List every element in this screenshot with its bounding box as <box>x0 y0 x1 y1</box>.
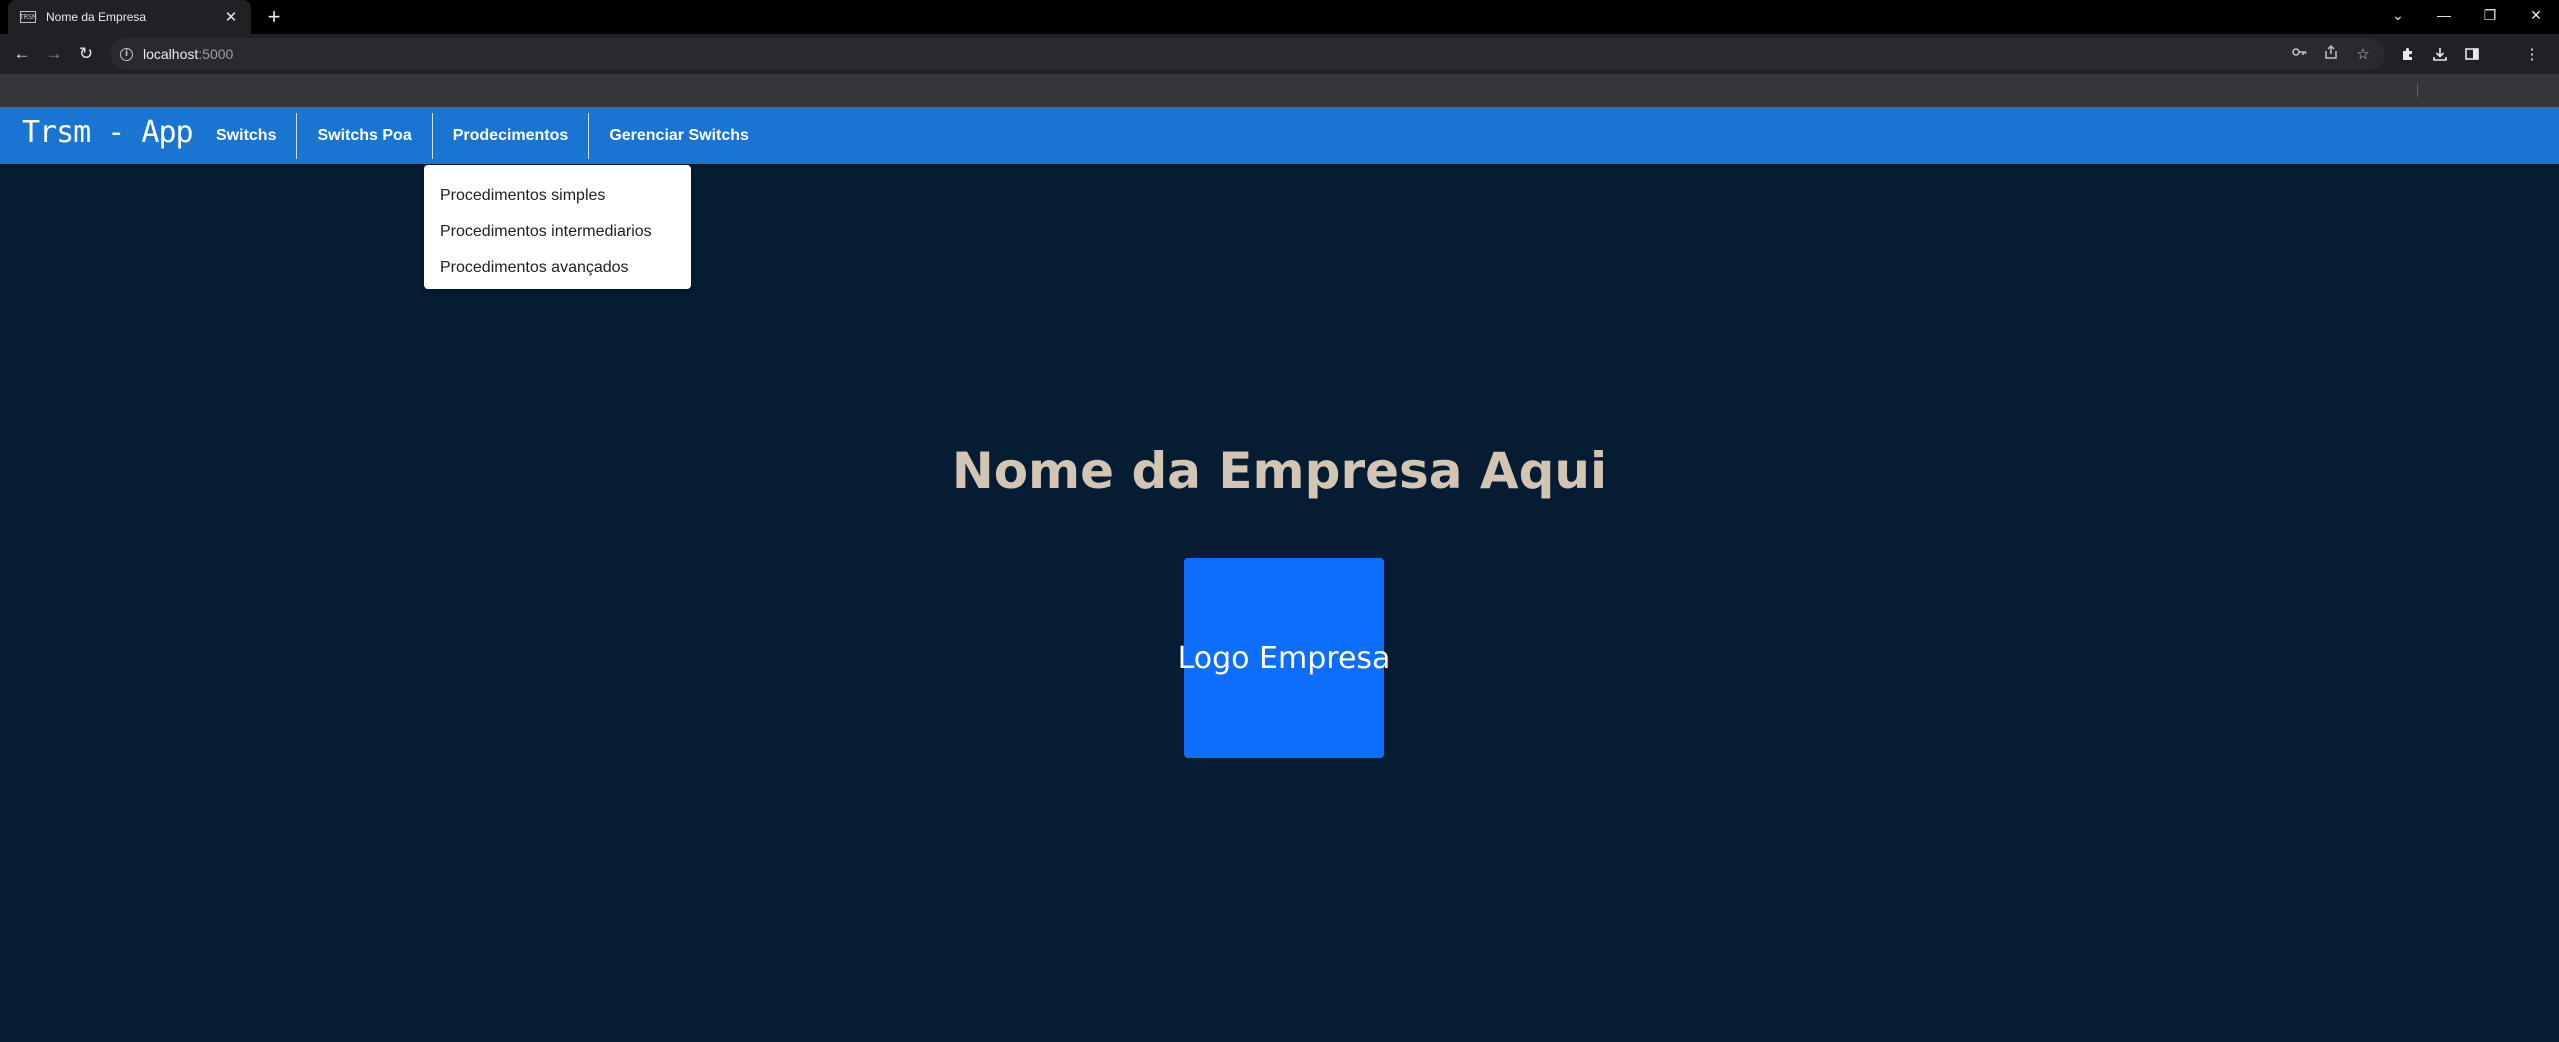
browser-toolbar: ← → ↻ i localhost:5000 ☆ ⋮ <box>0 34 2559 74</box>
company-logo-placeholder: Logo Empresa <box>1178 558 1390 758</box>
minimize-button[interactable]: — <box>2421 0 2467 30</box>
forward-arrow-icon[interactable]: → <box>40 40 68 68</box>
close-window-button[interactable]: ✕ <box>2513 0 2559 30</box>
nav-menu: Switchs Switchs Poa Prodecimentos Gerenc… <box>202 107 769 164</box>
bookmarks-bar <box>0 74 2559 107</box>
nav-item-gerenciar-switchs[interactable]: Gerenciar Switchs <box>589 113 769 159</box>
url-host: localhost <box>143 46 199 62</box>
nav-item-switchs[interactable]: Switchs <box>202 112 298 159</box>
procedimentos-dropdown-menu: Procedimentos simples Procedimentos inte… <box>424 165 691 289</box>
share-icon[interactable] <box>2321 44 2341 64</box>
key-icon[interactable] <box>2289 44 2309 64</box>
tab-title: Nome da Empresa <box>46 10 147 24</box>
page-main: Nome da Empresa Aqui Logo Empresa <box>0 164 2559 1042</box>
extension-toolbar: ⋮ <box>2394 40 2546 68</box>
url-port: :5000 <box>198 46 234 62</box>
reload-icon[interactable]: ↻ <box>72 40 100 68</box>
restore-button[interactable]: ❐ <box>2467 0 2513 30</box>
menu-item-procedimentos-simples[interactable]: Procedimentos simples <box>424 178 691 214</box>
tab-close-icon[interactable]: ✕ <box>219 8 243 26</box>
window-controls: ⌄ — ❐ ✕ <box>2375 0 2559 30</box>
new-tab-button[interactable]: + <box>260 4 288 30</box>
menu-item-procedimentos-avancados[interactable]: Procedimentos avançados <box>424 250 691 286</box>
back-arrow-icon[interactable]: ← <box>8 40 36 68</box>
address-bar[interactable]: i localhost:5000 ☆ <box>110 38 2385 70</box>
logo-placeholder-text: Logo Empresa <box>1177 640 1391 676</box>
browser-tabstrip: TRSM Nome da Empresa ✕ + ⌄ — ❐ ✕ <box>0 0 2559 34</box>
star-icon[interactable]: ☆ <box>2353 45 2373 63</box>
menu-item-procedimentos-intermediarios[interactable]: Procedimentos intermediarios <box>424 214 691 250</box>
site-favicon-icon: TRSM <box>19 11 37 23</box>
omnibox-actions: ☆ <box>2289 38 2373 70</box>
company-name-heading: Nome da Empresa Aqui <box>951 442 1608 500</box>
brand-logo-link[interactable]: Trsm - App <box>22 115 194 150</box>
kebab-menu-icon[interactable]: ⋮ <box>2518 40 2546 68</box>
puzzle-icon[interactable] <box>2394 40 2422 68</box>
side-panel-icon[interactable] <box>2458 40 2486 68</box>
download-icon[interactable] <box>2426 40 2454 68</box>
top-navbar: Trsm - App Switchs Switchs Poa Prodecime… <box>0 107 2559 164</box>
browser-tab-active[interactable]: TRSM Nome da Empresa ✕ <box>8 0 251 34</box>
nav-item-switchs-poa[interactable]: Switchs Poa <box>297 112 433 159</box>
url-text: localhost:5000 <box>143 46 233 62</box>
nav-item-prodecimentos[interactable]: Prodecimentos <box>433 112 590 159</box>
bookmarks-divider <box>2417 83 2418 97</box>
tab-search-icon[interactable]: ⌄ <box>2375 0 2421 30</box>
site-info-icon[interactable]: i <box>120 47 133 61</box>
